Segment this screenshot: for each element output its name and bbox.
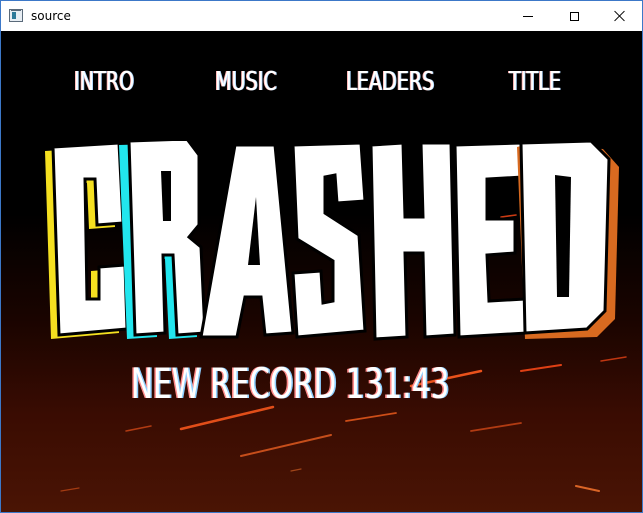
logo-letter-h [369, 141, 457, 341]
maximize-button[interactable] [551, 1, 597, 31]
logo-letter-d [517, 141, 619, 339]
menu-item-intro[interactable]: INTRO [74, 67, 134, 97]
logo-letter-e [453, 141, 529, 339]
app-window: source INTRO MUSIC LEADERS TITLE NEW REC… [0, 0, 643, 513]
close-button[interactable] [597, 1, 642, 31]
window-title: source [31, 9, 71, 23]
crashed-logo [45, 141, 619, 341]
title-bar[interactable]: source [1, 1, 642, 31]
app-window-icon [9, 9, 23, 22]
logo-letter-a [199, 143, 295, 339]
game-viewport: INTRO MUSIC LEADERS TITLE NEW RECORD 131… [1, 31, 642, 512]
minimize-button[interactable] [505, 1, 551, 31]
menu-item-leaders[interactable]: LEADERS [346, 67, 434, 97]
close-icon [614, 10, 626, 22]
logo-letter-r [119, 141, 207, 339]
menu-item-music[interactable]: MUSIC [215, 67, 277, 97]
menu-item-title[interactable]: TITLE [509, 67, 561, 97]
logo-letter-s [291, 141, 367, 339]
main-menu: INTRO MUSIC LEADERS TITLE [1, 67, 642, 103]
minimize-icon [523, 15, 533, 17]
new-record-text: NEW RECORD 131:43 [131, 359, 450, 408]
maximize-icon [569, 11, 579, 21]
logo-letter-c [45, 141, 129, 339]
